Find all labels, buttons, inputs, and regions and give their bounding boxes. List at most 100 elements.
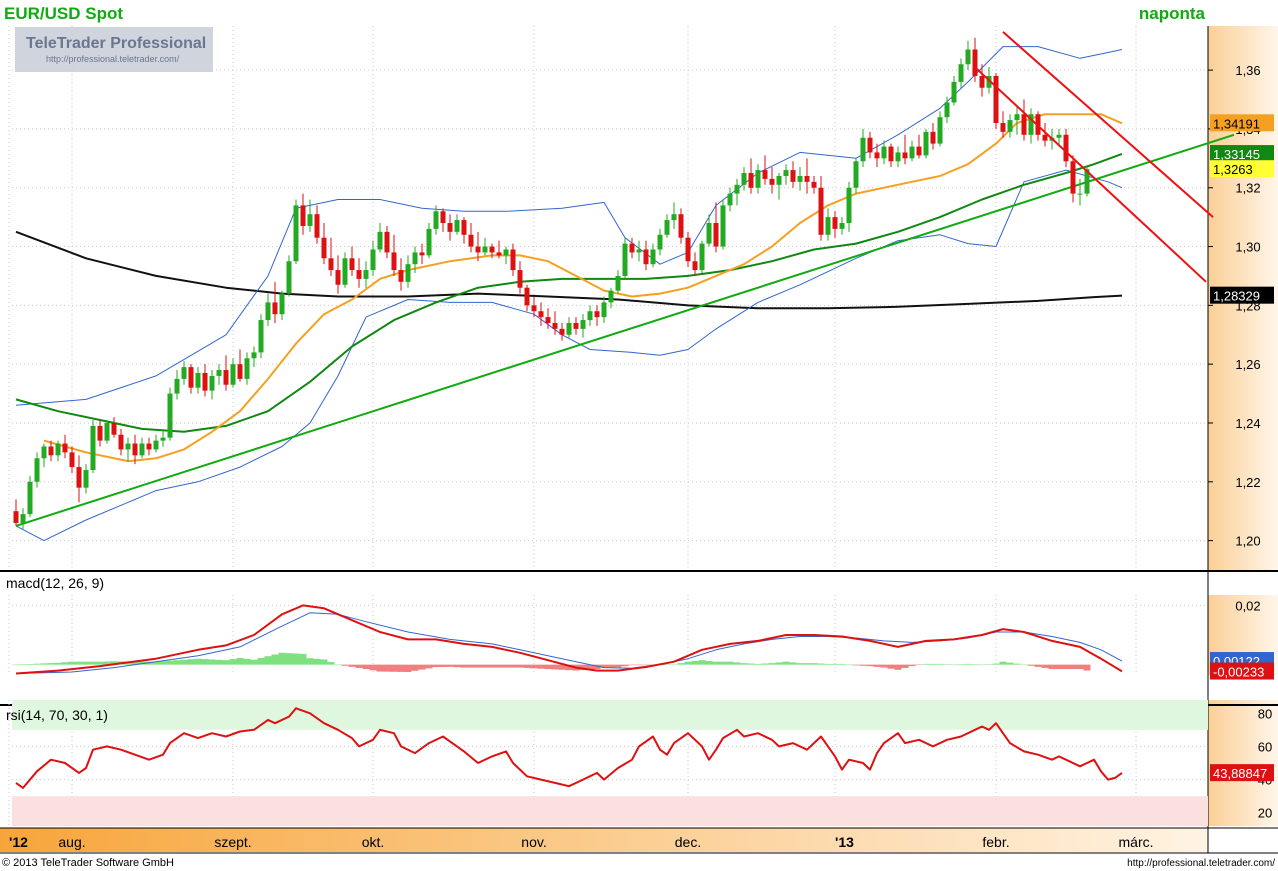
candle-body[interactable] xyxy=(314,214,320,238)
candle-body[interactable] xyxy=(993,75,999,124)
candle-body[interactable] xyxy=(895,152,901,162)
candle-body[interactable] xyxy=(237,364,243,379)
candle-body[interactable] xyxy=(685,237,691,262)
footer-url[interactable]: http://professional.teletrader.com/ xyxy=(1127,858,1275,869)
candle-body[interactable] xyxy=(566,322,572,335)
candle-body[interactable] xyxy=(104,422,110,441)
candle-body[interactable] xyxy=(832,217,838,229)
candle-body[interactable] xyxy=(468,234,474,247)
candle-body[interactable] xyxy=(83,470,89,488)
candle-body[interactable] xyxy=(41,446,47,459)
candle-body[interactable] xyxy=(1014,114,1020,121)
candle-body[interactable] xyxy=(349,258,355,271)
candle-body[interactable] xyxy=(167,393,173,438)
rsi-panel[interactable] xyxy=(12,700,1208,826)
candle-body[interactable] xyxy=(503,249,509,256)
candle-body[interactable] xyxy=(125,443,131,450)
candle-body[interactable] xyxy=(433,211,439,229)
candle-body[interactable] xyxy=(629,243,635,253)
candle-body[interactable] xyxy=(972,49,978,76)
candle-body[interactable] xyxy=(664,220,670,235)
candle-body[interactable] xyxy=(517,270,523,288)
candle-body[interactable] xyxy=(202,372,208,391)
candle-body[interactable] xyxy=(90,425,96,471)
candle-body[interactable] xyxy=(902,152,908,159)
candle-body[interactable] xyxy=(538,311,544,318)
candle-body[interactable] xyxy=(860,137,866,162)
candle-body[interactable] xyxy=(447,223,453,232)
candle-body[interactable] xyxy=(307,214,313,226)
candle-body[interactable] xyxy=(48,446,54,456)
candle-body[interactable] xyxy=(1021,114,1027,135)
candle-body[interactable] xyxy=(671,214,677,221)
candle-body[interactable] xyxy=(874,152,880,159)
candle-body[interactable] xyxy=(384,231,390,253)
candle-body[interactable] xyxy=(475,246,481,253)
candle-body[interactable] xyxy=(377,231,383,250)
candle-body[interactable] xyxy=(937,117,943,144)
candle-body[interactable] xyxy=(216,370,222,376)
candle-body[interactable] xyxy=(258,320,264,353)
candle-body[interactable] xyxy=(279,293,285,315)
candle-body[interactable] xyxy=(636,249,642,253)
candle-body[interactable] xyxy=(657,234,663,250)
price-panel[interactable] xyxy=(13,31,1235,542)
candle-body[interactable] xyxy=(1070,161,1076,194)
candle-body[interactable] xyxy=(622,243,628,276)
candle-body[interactable] xyxy=(335,270,341,285)
candle-body[interactable] xyxy=(783,170,789,176)
candle-body[interactable] xyxy=(741,173,747,185)
candle-body[interactable] xyxy=(370,249,376,271)
candle-body[interactable] xyxy=(272,302,278,315)
candle-body[interactable] xyxy=(265,302,271,321)
candle-body[interactable] xyxy=(174,378,180,394)
candle-body[interactable] xyxy=(559,328,565,335)
candle-body[interactable] xyxy=(139,443,145,456)
candle-body[interactable] xyxy=(20,514,26,523)
candle-body[interactable] xyxy=(1042,134,1048,141)
candle-body[interactable] xyxy=(573,322,579,329)
candle-body[interactable] xyxy=(615,275,621,291)
candle-body[interactable] xyxy=(699,243,705,271)
candle-body[interactable] xyxy=(482,246,488,253)
candle-body[interactable] xyxy=(489,246,495,253)
candle-body[interactable] xyxy=(594,311,600,318)
candle-body[interactable] xyxy=(27,481,33,515)
candle-body[interactable] xyxy=(531,305,537,312)
candle-body[interactable] xyxy=(867,137,873,153)
candle-body[interactable] xyxy=(748,173,754,188)
candle-body[interactable] xyxy=(769,178,775,185)
candle-body[interactable] xyxy=(965,49,971,65)
candle-body[interactable] xyxy=(839,223,845,229)
candle-body[interactable] xyxy=(608,290,614,303)
candle-body[interactable] xyxy=(405,264,411,282)
candle-body[interactable] xyxy=(524,287,530,306)
candle-body[interactable] xyxy=(923,131,929,156)
candle-body[interactable] xyxy=(881,146,887,159)
candle-body[interactable] xyxy=(643,249,649,265)
candle-body[interactable] xyxy=(552,322,558,329)
candle-body[interactable] xyxy=(846,187,852,224)
candle-body[interactable] xyxy=(1077,193,1083,195)
candle-body[interactable] xyxy=(706,223,712,244)
candle-body[interactable] xyxy=(944,102,950,118)
candle-body[interactable] xyxy=(426,228,432,256)
candle-body[interactable] xyxy=(601,302,607,318)
candle-body[interactable] xyxy=(62,443,68,453)
candle-body[interactable] xyxy=(286,261,292,294)
candle-body[interactable] xyxy=(1063,134,1069,162)
candle-body[interactable] xyxy=(797,175,803,182)
candle-body[interactable] xyxy=(55,443,61,456)
candle-body[interactable] xyxy=(692,261,698,271)
candle-body[interactable] xyxy=(230,364,236,385)
candle-body[interactable] xyxy=(160,437,166,441)
candle-body[interactable] xyxy=(391,252,397,271)
candle-body[interactable] xyxy=(951,81,957,103)
candle-body[interactable] xyxy=(587,311,593,321)
candle-body[interactable] xyxy=(146,443,152,450)
candle-body[interactable] xyxy=(776,175,782,185)
candle-body[interactable] xyxy=(244,358,250,379)
candle-body[interactable] xyxy=(251,352,257,359)
candle-body[interactable] xyxy=(888,146,894,162)
candle-body[interactable] xyxy=(461,220,467,235)
